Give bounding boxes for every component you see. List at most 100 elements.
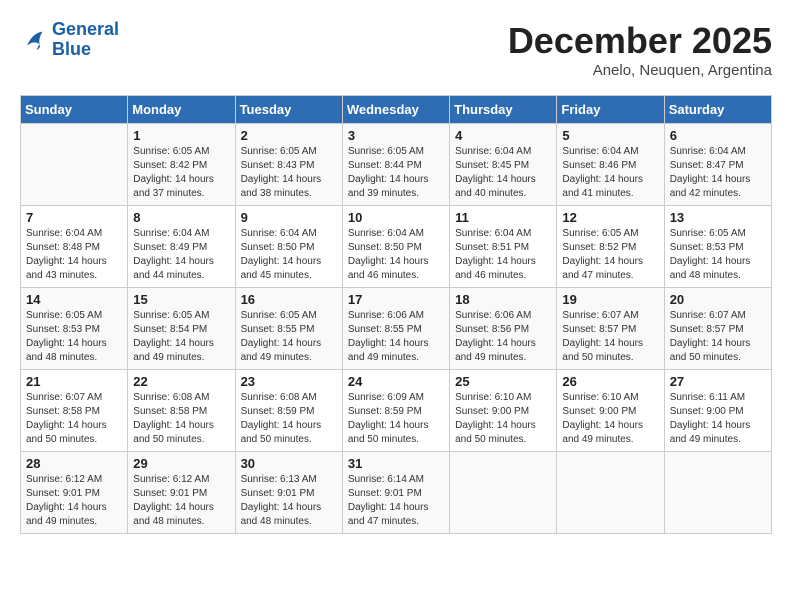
calendar-cell: 14 Sunrise: 6:05 AM Sunset: 8:53 PM Dayli… (21, 288, 128, 370)
day-info: Sunrise: 6:11 AM Sunset: 9:00 PM Dayligh… (670, 391, 766, 447)
day-info: Sunrise: 6:08 AM Sunset: 8:58 PM Dayligh… (133, 391, 229, 447)
day-info: Sunrise: 6:05 AM Sunset: 8:43 PM Dayligh… (241, 145, 337, 201)
weekday-header: Thursday (450, 96, 557, 124)
day-number: 10 (348, 210, 444, 225)
calendar-cell: 16 Sunrise: 6:05 AM Sunset: 8:55 PM Dayli… (235, 288, 342, 370)
day-number: 3 (348, 128, 444, 143)
day-info: Sunrise: 6:10 AM Sunset: 9:00 PM Dayligh… (562, 391, 658, 447)
calendar-cell: 1 Sunrise: 6:05 AM Sunset: 8:42 PM Daylig… (128, 124, 235, 206)
day-number: 21 (26, 374, 122, 389)
calendar-cell (21, 124, 128, 206)
day-number: 30 (241, 456, 337, 471)
calendar-cell: 8 Sunrise: 6:04 AM Sunset: 8:49 PM Daylig… (128, 206, 235, 288)
weekday-header: Friday (557, 96, 664, 124)
calendar-cell: 26 Sunrise: 6:10 AM Sunset: 9:00 PM Dayli… (557, 370, 664, 452)
calendar-cell: 17Sunrise: 6:06 AM Sunset: 8:55 PM Dayli… (342, 288, 449, 370)
day-number: 16 (241, 292, 337, 307)
day-info: Sunrise: 6:06 AM Sunset: 8:55 PM Dayligh… (348, 309, 444, 365)
day-number: 28 (26, 456, 122, 471)
calendar-cell: 28Sunrise: 6:12 AM Sunset: 9:01 PM Dayli… (21, 452, 128, 534)
day-number: 18 (455, 292, 551, 307)
calendar-cell (664, 452, 771, 534)
day-number: 4 (455, 128, 551, 143)
day-info: Sunrise: 6:04 AM Sunset: 8:46 PM Dayligh… (562, 145, 658, 201)
day-info: Sunrise: 6:05 AM Sunset: 8:42 PM Dayligh… (133, 145, 229, 201)
day-number: 14 (26, 292, 122, 307)
day-number: 2 (241, 128, 337, 143)
day-info: Sunrise: 6:12 AM Sunset: 9:01 PM Dayligh… (133, 473, 229, 529)
day-number: 31 (348, 456, 444, 471)
calendar-cell: 4 Sunrise: 6:04 AM Sunset: 8:45 PM Daylig… (450, 124, 557, 206)
day-info: Sunrise: 6:05 AM Sunset: 8:55 PM Dayligh… (241, 309, 337, 365)
day-number: 12 (562, 210, 658, 225)
day-info: Sunrise: 6:05 AM Sunset: 8:53 PM Dayligh… (26, 309, 122, 365)
calendar-cell: 5 Sunrise: 6:04 AM Sunset: 8:46 PM Daylig… (557, 124, 664, 206)
day-number: 24 (348, 374, 444, 389)
day-info: Sunrise: 6:05 AM Sunset: 8:44 PM Dayligh… (348, 145, 444, 201)
day-info: Sunrise: 6:07 AM Sunset: 8:57 PM Dayligh… (562, 309, 658, 365)
calendar-cell: 12Sunrise: 6:05 AM Sunset: 8:52 PM Dayli… (557, 206, 664, 288)
logo-icon (20, 26, 48, 54)
calendar-week-row: 7Sunrise: 6:04 AM Sunset: 8:48 PM Daylig… (21, 206, 772, 288)
calendar-cell: 13Sunrise: 6:05 AM Sunset: 8:53 PM Dayli… (664, 206, 771, 288)
logo-text: General Blue (52, 20, 119, 60)
location-subtitle: Anelo, Neuquen, Argentina (508, 62, 772, 79)
calendar-week-row: 28 Sunrise: 6:12 AM Sunset: 9:01 PM Dayli… (21, 452, 772, 534)
calendar-cell: 7Sunrise: 6:04 AM Sunset: 8:48 PM Daylig… (21, 206, 128, 288)
calendar-cell: 6 Sunrise: 6:04 AM Sunset: 8:47 PM Daylig… (664, 124, 771, 206)
day-info: Sunrise: 6:13 AM Sunset: 9:01 PM Dayligh… (241, 473, 337, 529)
calendar-week-row: 21 Sunrise: 6:07 AM Sunset: 8:58 PM Dayli… (21, 370, 772, 452)
calendar-cell: 30 Sunrise: 6:13 AM Sunset: 9:01 PM Dayli… (235, 452, 342, 534)
day-number: 19 (562, 292, 658, 307)
day-number: 26 (562, 374, 658, 389)
page-header: General Blue December 2025 Anelo, Neuque… (20, 20, 772, 79)
calendar-cell: 29 Sunrise: 6:12 AM Sunset: 9:01 PM Dayli… (128, 452, 235, 534)
title-block: December 2025 Anelo, Neuquen, Argentina (508, 20, 772, 79)
day-number: 1 (133, 128, 229, 143)
calendar-cell: 15Sunrise: 6:05 AM Sunset: 8:54 PM Dayli… (128, 288, 235, 370)
day-info: Sunrise: 6:14 AM Sunset: 9:01 PM Dayligh… (348, 473, 444, 529)
day-number: 8 (133, 210, 229, 225)
weekday-header: Sunday (21, 96, 128, 124)
calendar-cell: 19 Sunrise: 6:07 AM Sunset: 8:57 PM Dayli… (557, 288, 664, 370)
weekday-header: Saturday (664, 96, 771, 124)
day-info: Sunrise: 6:07 AM Sunset: 8:57 PM Dayligh… (670, 309, 766, 365)
weekday-header: Wednesday (342, 96, 449, 124)
calendar-cell: 21 Sunrise: 6:07 AM Sunset: 8:58 PM Dayli… (21, 370, 128, 452)
day-info: Sunrise: 6:04 AM Sunset: 8:45 PM Dayligh… (455, 145, 551, 201)
calendar-cell (450, 452, 557, 534)
calendar-cell: 25Sunrise: 6:10 AM Sunset: 9:00 PM Dayli… (450, 370, 557, 452)
calendar-header: SundayMondayTuesdayWednesdayThursdayFrid… (21, 96, 772, 124)
day-info: Sunrise: 6:04 AM Sunset: 8:47 PM Dayligh… (670, 145, 766, 201)
day-info: Sunrise: 6:04 AM Sunset: 8:50 PM Dayligh… (241, 227, 337, 283)
calendar-cell: 27 Sunrise: 6:11 AM Sunset: 9:00 PM Dayli… (664, 370, 771, 452)
calendar-week-row: 1 Sunrise: 6:05 AM Sunset: 8:42 PM Daylig… (21, 124, 772, 206)
day-number: 5 (562, 128, 658, 143)
logo: General Blue (20, 20, 119, 60)
day-info: Sunrise: 6:07 AM Sunset: 8:58 PM Dayligh… (26, 391, 122, 447)
day-number: 11 (455, 210, 551, 225)
weekday-header: Tuesday (235, 96, 342, 124)
day-info: Sunrise: 6:05 AM Sunset: 8:53 PM Dayligh… (670, 227, 766, 283)
day-number: 9 (241, 210, 337, 225)
day-number: 22 (133, 374, 229, 389)
day-info: Sunrise: 6:09 AM Sunset: 8:59 PM Dayligh… (348, 391, 444, 447)
calendar-week-row: 14 Sunrise: 6:05 AM Sunset: 8:53 PM Dayli… (21, 288, 772, 370)
calendar-cell: 9 Sunrise: 6:04 AM Sunset: 8:50 PM Daylig… (235, 206, 342, 288)
calendar-cell: 11Sunrise: 6:04 AM Sunset: 8:51 PM Dayli… (450, 206, 557, 288)
month-title: December 2025 (508, 20, 772, 62)
day-info: Sunrise: 6:04 AM Sunset: 8:49 PM Dayligh… (133, 227, 229, 283)
day-number: 15 (133, 292, 229, 307)
day-info: Sunrise: 6:04 AM Sunset: 8:50 PM Dayligh… (348, 227, 444, 283)
day-number: 29 (133, 456, 229, 471)
day-info: Sunrise: 6:06 AM Sunset: 8:56 PM Dayligh… (455, 309, 551, 365)
day-number: 7 (26, 210, 122, 225)
calendar-cell: 24 Sunrise: 6:09 AM Sunset: 8:59 PM Dayli… (342, 370, 449, 452)
day-number: 23 (241, 374, 337, 389)
calendar-cell: 18 Sunrise: 6:06 AM Sunset: 8:56 PM Dayli… (450, 288, 557, 370)
calendar-table: SundayMondayTuesdayWednesdayThursdayFrid… (20, 95, 772, 534)
day-number: 6 (670, 128, 766, 143)
calendar-cell: 22 Sunrise: 6:08 AM Sunset: 8:58 PM Dayli… (128, 370, 235, 452)
day-number: 27 (670, 374, 766, 389)
day-info: Sunrise: 6:08 AM Sunset: 8:59 PM Dayligh… (241, 391, 337, 447)
